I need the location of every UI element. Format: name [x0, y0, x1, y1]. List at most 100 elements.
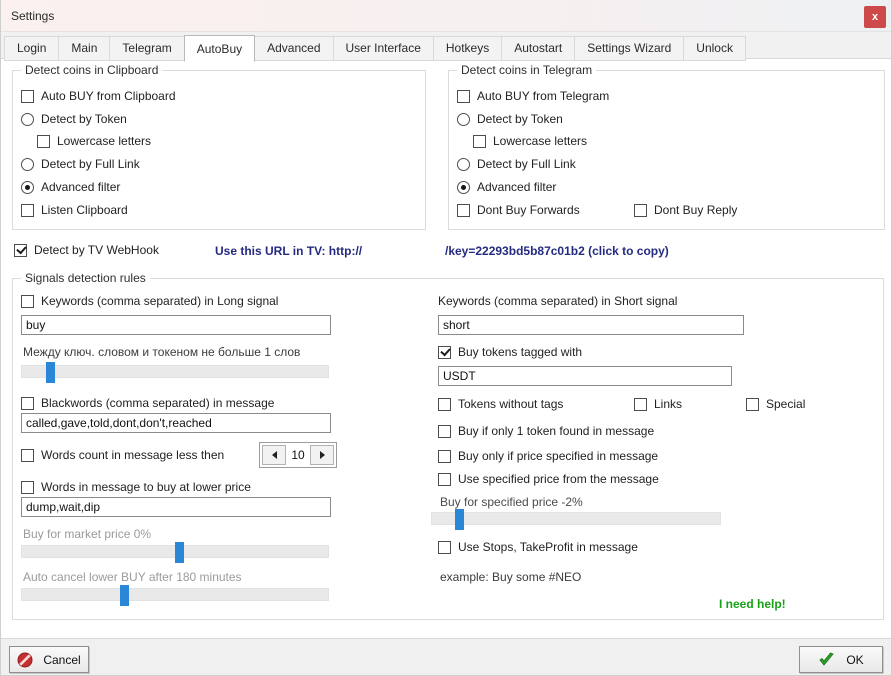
checkbox-label: Auto BUY from Telegram — [477, 89, 609, 103]
listen-clipboard-checkbox[interactable]: Listen Clipboard — [21, 203, 128, 217]
radio-label: Advanced filter — [477, 180, 556, 194]
tagged-with-input[interactable] — [438, 366, 732, 386]
radio-label: Detect by Token — [477, 112, 563, 126]
checkbox-icon — [438, 398, 451, 411]
webhook-url-key-copy-link[interactable]: /key=22293bd5b87c01b2 (click to copy) — [445, 244, 669, 258]
checkbox-icon — [438, 450, 451, 463]
telegram-detect-by-token-radio[interactable]: Detect by Token — [457, 112, 563, 126]
words-count-checkbox[interactable]: Words count in message less then — [21, 448, 224, 462]
keywords-short-label: Keywords (comma separated) in Short sign… — [438, 294, 677, 308]
ok-button[interactable]: OK — [799, 646, 883, 673]
spinner-decrement-button[interactable] — [262, 445, 286, 465]
specified-price-slider[interactable] — [431, 512, 721, 525]
checkbox-icon — [438, 425, 451, 438]
telegram-groupbox: Detect coins in Telegram Auto BUY from T… — [448, 70, 885, 230]
cancel-button-label: Cancel — [43, 653, 80, 667]
tokens-without-tags-checkbox[interactable]: Tokens without tags — [438, 397, 563, 411]
cancel-button[interactable]: Cancel — [9, 646, 89, 673]
between-words-slider[interactable] — [21, 365, 329, 378]
checkbox-icon — [21, 90, 34, 103]
checkbox-icon — [37, 135, 50, 148]
market-price-slider[interactable] — [21, 545, 329, 558]
price-specified-checkbox[interactable]: Buy only if price specified in message — [438, 449, 658, 463]
checkbox-label: Words in message to buy at lower price — [41, 480, 251, 494]
tab-strip: Login Main Telegram AutoBuy Advanced Use… — [4, 35, 746, 61]
tab-hotkeys[interactable]: Hotkeys — [433, 36, 502, 61]
checkbox-label: Listen Clipboard — [41, 203, 128, 217]
checkbox-label: Keywords (comma separated) in Long signa… — [41, 294, 278, 308]
dont-buy-reply-checkbox[interactable]: Dont Buy Reply — [634, 203, 737, 217]
settings-window: Settings x Login Main Telegram AutoBuy A… — [0, 0, 892, 676]
tab-autostart[interactable]: Autostart — [501, 36, 575, 61]
words-lower-price-checkbox[interactable]: Words in message to buy at lower price — [21, 480, 251, 494]
checkbox-icon — [21, 449, 34, 462]
radio-label: Advanced filter — [41, 180, 120, 194]
buy-tokens-tagged-checkbox[interactable]: Buy tokens tagged with — [438, 345, 582, 359]
dont-buy-forwards-checkbox[interactable]: Dont Buy Forwards — [457, 203, 580, 217]
clipboard-detect-by-token-radio[interactable]: Detect by Token — [21, 112, 127, 126]
clipboard-detect-by-full-link-radio[interactable]: Detect by Full Link — [21, 157, 140, 171]
close-icon[interactable]: x — [864, 6, 886, 28]
one-token-only-checkbox[interactable]: Buy if only 1 token found in message — [438, 424, 654, 438]
clipboard-lowercase-checkbox[interactable]: Lowercase letters — [37, 134, 151, 148]
checkbox-icon — [21, 481, 34, 494]
links-checkbox[interactable]: Links — [634, 397, 682, 411]
window-title: Settings — [11, 9, 54, 23]
auto-buy-clipboard-checkbox[interactable]: Auto BUY from Clipboard — [21, 89, 176, 103]
checkbox-checked-icon — [14, 244, 27, 257]
keywords-long-checkbox[interactable]: Keywords (comma separated) in Long signa… — [21, 294, 278, 308]
checkbox-icon — [438, 473, 451, 486]
tab-telegram[interactable]: Telegram — [109, 36, 184, 61]
tab-user-interface[interactable]: User Interface — [333, 36, 434, 61]
checkbox-icon — [21, 295, 34, 308]
slider-thumb[interactable] — [175, 542, 184, 563]
blackwords-input[interactable] — [21, 413, 331, 433]
telegram-group-title: Detect coins in Telegram — [457, 63, 596, 77]
checkbox-icon — [21, 397, 34, 410]
checkbox-label: Use specified price from the message — [458, 472, 659, 486]
tab-unlock[interactable]: Unlock — [683, 36, 746, 61]
checkbox-label: Lowercase letters — [493, 134, 587, 148]
need-help-link[interactable]: I need help! — [719, 597, 786, 611]
clipboard-group-title: Detect coins in Clipboard — [21, 63, 162, 77]
tab-autobuy[interactable]: AutoBuy — [184, 35, 255, 62]
slider-thumb[interactable] — [455, 509, 464, 530]
detect-tv-webhook-checkbox[interactable]: Detect by TV WebHook — [14, 243, 159, 257]
webhook-url-prefix: Use this URL in TV: http:// — [215, 244, 362, 258]
words-count-value: 10 — [288, 448, 308, 462]
spinner-increment-button[interactable] — [310, 445, 334, 465]
example-label: example: Buy some #NEO — [440, 570, 581, 584]
tab-bar: Login Main Telegram AutoBuy Advanced Use… — [1, 32, 891, 59]
title-bar: Settings x — [1, 0, 891, 32]
slider-thumb[interactable] — [120, 585, 129, 606]
cancel-icon — [17, 652, 33, 668]
blackwords-checkbox[interactable]: Blackwords (comma separated) in message — [21, 396, 274, 410]
radio-icon — [21, 158, 34, 171]
use-specified-price-checkbox[interactable]: Use specified price from the message — [438, 472, 659, 486]
checkbox-label: Detect by TV WebHook — [34, 243, 159, 257]
telegram-lowercase-checkbox[interactable]: Lowercase letters — [473, 134, 587, 148]
use-stops-takeprofit-checkbox[interactable]: Use Stops, TakeProfit in message — [438, 540, 638, 554]
telegram-advanced-filter-radio[interactable]: Advanced filter — [457, 180, 556, 194]
tab-main[interactable]: Main — [58, 36, 110, 61]
telegram-detect-by-full-link-radio[interactable]: Detect by Full Link — [457, 157, 576, 171]
auto-buy-telegram-checkbox[interactable]: Auto BUY from Telegram — [457, 89, 609, 103]
radio-selected-icon — [457, 181, 470, 194]
tab-advanced[interactable]: Advanced — [254, 36, 333, 61]
checkbox-icon — [457, 90, 470, 103]
keywords-long-input[interactable] — [21, 315, 331, 335]
checkbox-label: Buy if only 1 token found in message — [458, 424, 654, 438]
checkbox-icon — [457, 204, 470, 217]
checkbox-label: Buy only if price specified in message — [458, 449, 658, 463]
tab-settings-wizard[interactable]: Settings Wizard — [574, 36, 684, 61]
clipboard-advanced-filter-radio[interactable]: Advanced filter — [21, 180, 120, 194]
words-lower-price-input[interactable] — [21, 497, 331, 517]
auto-cancel-slider[interactable] — [21, 588, 329, 601]
checkbox-label: Special — [766, 397, 805, 411]
special-checkbox[interactable]: Special — [746, 397, 805, 411]
tab-login[interactable]: Login — [4, 36, 59, 61]
between-words-label: Между ключ. словом и токеном не больше 1… — [23, 345, 300, 359]
checkbox-label: Buy tokens tagged with — [458, 345, 582, 359]
keywords-short-input[interactable] — [438, 315, 744, 335]
slider-thumb[interactable] — [46, 362, 55, 383]
